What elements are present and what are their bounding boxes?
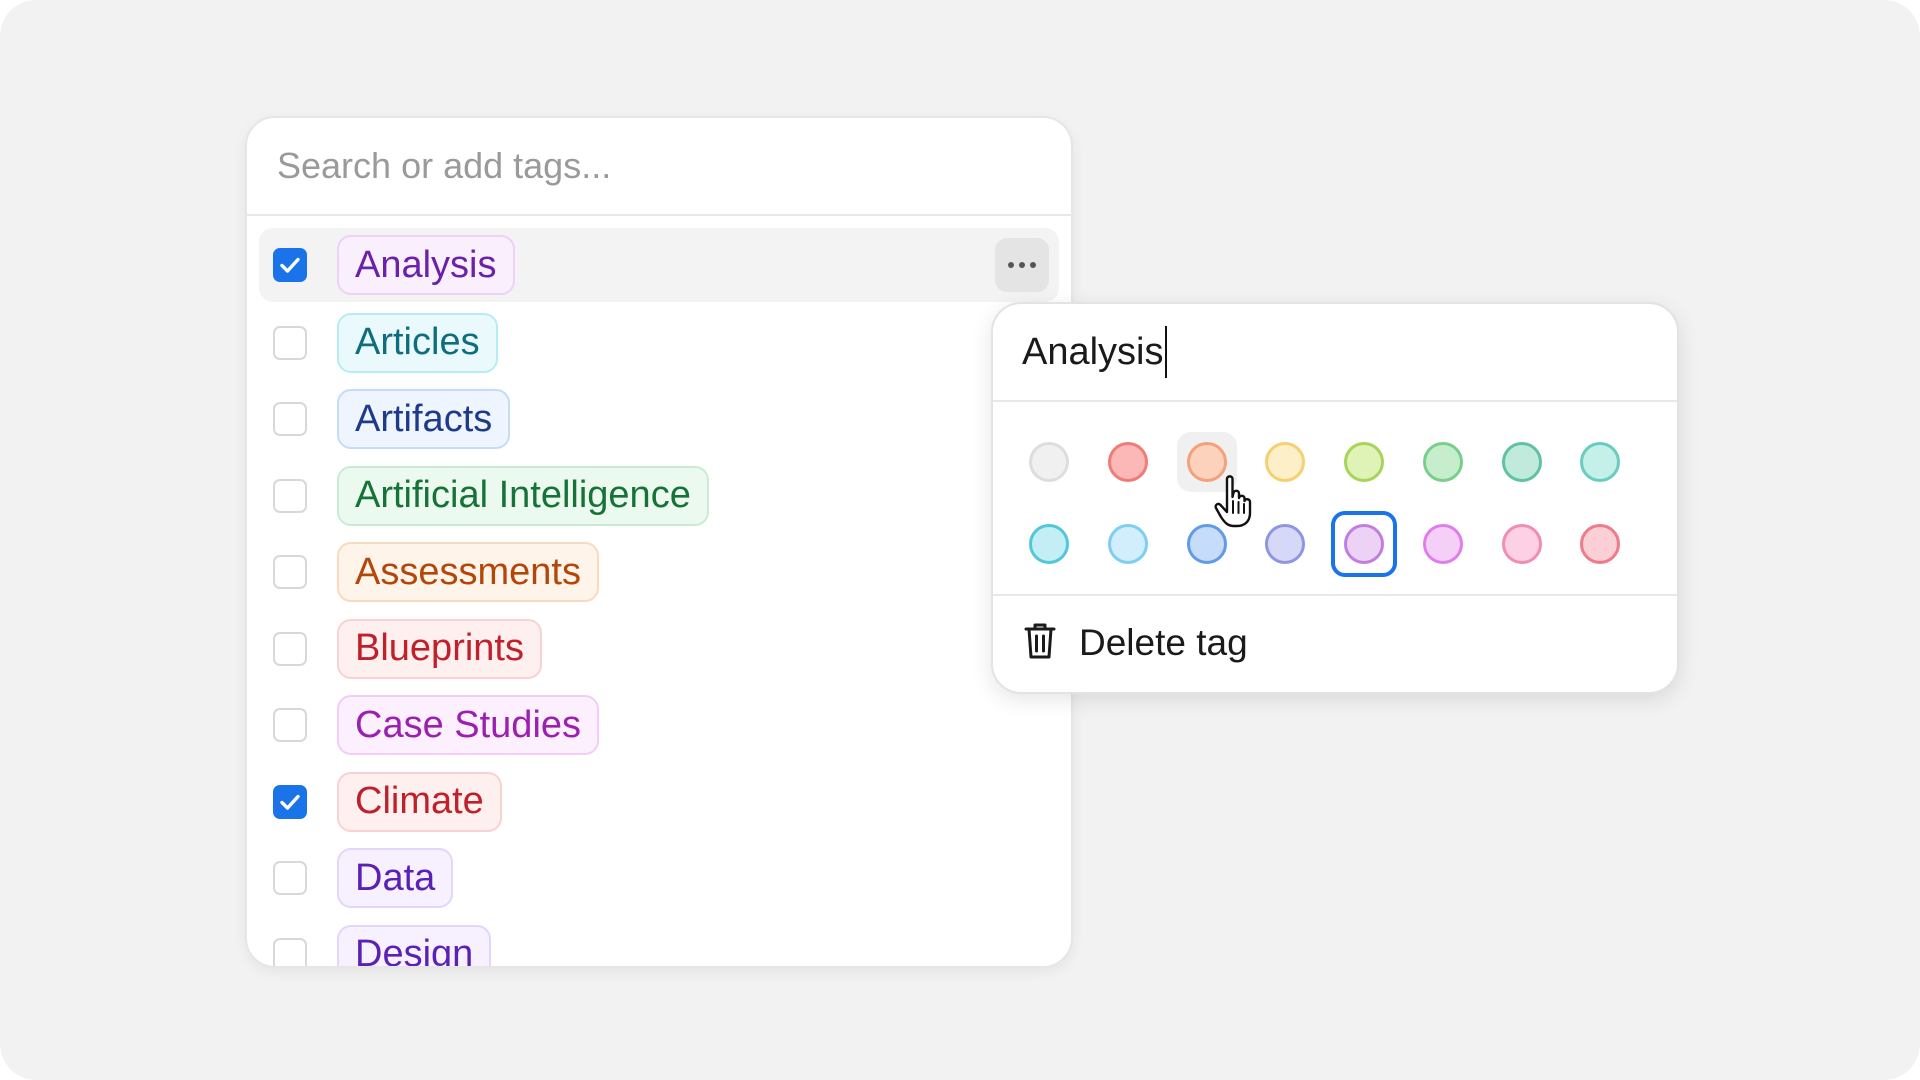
delete-tag-label: Delete tag: [1079, 622, 1248, 663]
color-swatch-option[interactable]: [1255, 432, 1315, 492]
tag-checkbox[interactable]: [273, 325, 307, 360]
delete-tag-button[interactable]: Delete tag: [993, 594, 1677, 690]
tag-row[interactable]: Case Studies: [259, 687, 1059, 764]
color-swatch-option[interactable]: [1570, 514, 1630, 574]
tag-checkbox[interactable]: [273, 248, 307, 282]
tag-chip[interactable]: Assessments: [337, 542, 599, 603]
color-swatch: [1029, 524, 1069, 564]
tag-chip[interactable]: Case Studies: [337, 695, 600, 756]
color-swatch: [1501, 524, 1542, 564]
color-swatch-option[interactable]: [1413, 514, 1473, 574]
checkmark-icon: [280, 794, 300, 810]
color-swatch: [1344, 524, 1384, 564]
tag-chip[interactable]: Design: [337, 924, 492, 966]
color-swatch: [1107, 524, 1148, 564]
ellipsis-icon: [1019, 262, 1025, 268]
color-swatch-grid: [1019, 432, 1649, 577]
tag-checkbox[interactable]: [273, 402, 307, 437]
color-swatch-option[interactable]: [1492, 514, 1552, 574]
ellipsis-icon: [1030, 262, 1036, 268]
ellipsis-icon: [1008, 262, 1014, 268]
tag-list: Analysis Articles Artifacts Artificial Inte…: [259, 228, 1059, 966]
color-swatch-option[interactable]: [1492, 432, 1552, 492]
color-swatch: [1029, 442, 1069, 482]
tag-chip[interactable]: Blueprints: [337, 618, 542, 679]
tag-checkbox[interactable]: [273, 861, 307, 896]
tag-checkbox[interactable]: [273, 631, 307, 666]
color-swatch-option[interactable]: [1570, 432, 1630, 492]
color-swatch-option[interactable]: [1098, 432, 1158, 492]
color-swatch: [1265, 524, 1306, 564]
color-swatch: [1422, 442, 1463, 482]
color-swatch: [1422, 524, 1463, 564]
tag-checkbox[interactable]: [273, 555, 307, 590]
color-swatch-option[interactable]: [1019, 432, 1079, 492]
tag-chip[interactable]: Data: [337, 848, 454, 909]
tag-name-input[interactable]: Analysis: [1022, 331, 1164, 374]
tag-chip[interactable]: Articles: [337, 312, 498, 373]
search-row: [247, 118, 1071, 216]
color-swatch-option[interactable]: [1255, 514, 1315, 574]
tag-name-row: Analysis: [993, 304, 1677, 402]
tag-checkbox[interactable]: [273, 784, 307, 819]
tag-row[interactable]: Assessments: [259, 534, 1059, 611]
tag-row[interactable]: Artificial Intelligence: [259, 458, 1059, 535]
color-swatch: [1580, 524, 1621, 564]
tag-chip[interactable]: Analysis: [337, 235, 515, 295]
tag-row[interactable]: Design: [259, 917, 1059, 966]
app-canvas: Analysis Articles Artifacts Artificial Inte…: [0, 0, 1920, 1080]
tag-edit-popover: Analysis Delete tag: [991, 302, 1679, 694]
color-swatch: [1107, 442, 1148, 482]
color-swatch: [1501, 442, 1542, 482]
tag-search-input[interactable]: [275, 144, 1043, 188]
tag-selector-panel: Analysis Articles Artifacts Artificial Inte…: [245, 116, 1073, 968]
text-caret: [1164, 326, 1167, 378]
color-swatch-option[interactable]: [1334, 432, 1394, 492]
tag-chip[interactable]: Artificial Intelligence: [337, 465, 709, 526]
tag-row[interactable]: Artifacts: [259, 381, 1059, 458]
tag-row[interactable]: Data: [259, 840, 1059, 917]
color-swatch-option[interactable]: [1413, 432, 1473, 492]
more-options-button[interactable]: [995, 238, 1049, 292]
trash-icon: [1023, 621, 1057, 666]
tag-chip[interactable]: Artifacts: [337, 389, 511, 450]
tag-checkbox[interactable]: [273, 708, 307, 743]
hand-pointer-icon: [1214, 475, 1252, 528]
color-swatch-option[interactable]: [1098, 514, 1158, 574]
tag-checkbox[interactable]: [273, 478, 307, 513]
checkmark-icon: [280, 257, 300, 273]
tag-row[interactable]: Climate: [259, 764, 1059, 841]
tag-chip[interactable]: Climate: [337, 771, 502, 832]
color-swatch: [1344, 442, 1384, 482]
tag-row[interactable]: Blueprints: [259, 611, 1059, 688]
tag-checkbox[interactable]: [273, 937, 307, 966]
tag-row[interactable]: Analysis: [259, 228, 1059, 302]
color-swatch: [1186, 524, 1227, 564]
color-swatch-option[interactable]: [1331, 511, 1397, 577]
color-swatch: [1265, 442, 1306, 482]
tag-row[interactable]: Articles: [259, 305, 1059, 382]
color-swatch-option[interactable]: [1019, 514, 1079, 574]
color-swatch: [1580, 442, 1621, 482]
